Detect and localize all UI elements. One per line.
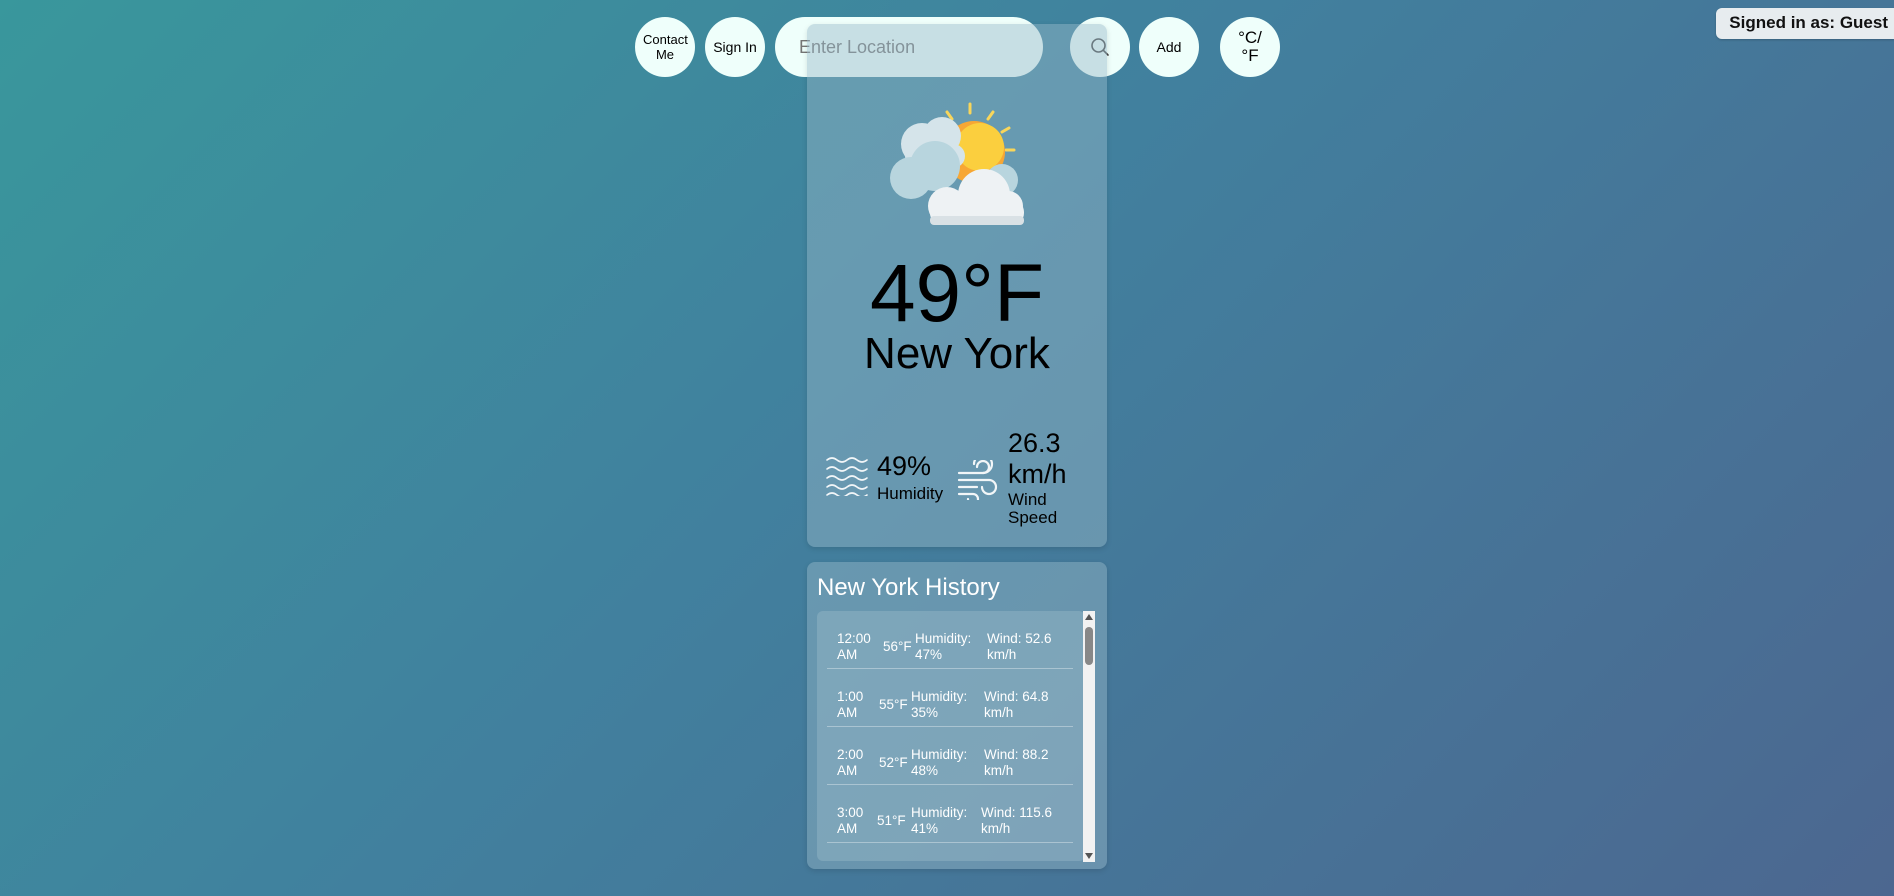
- humidity-label: Humidity: [877, 484, 944, 503]
- scroll-down-arrow-icon[interactable]: [1085, 853, 1093, 859]
- history-row: 3:00 AM 51°F Humidity: 41% Wind: 115.6 k…: [827, 785, 1073, 843]
- wind-icon: [957, 460, 998, 500]
- current-weather-card: 49°F New York 49% Humidity 26.3 km/h Win…: [807, 24, 1107, 547]
- history-humidity: Humidity: 41%: [911, 805, 968, 836]
- sign-in-button[interactable]: Sign In: [705, 17, 765, 77]
- history-row: 1:00 AM 55°F Humidity: 35% Wind: 64.8 km…: [827, 669, 1073, 727]
- history-time: 3:00 AM: [837, 805, 864, 836]
- partly-cloudy-icon: [890, 102, 1024, 225]
- history-wind: Wind: 88.2 km/h: [984, 747, 1049, 778]
- humidity-value: 49%: [877, 451, 932, 481]
- add-location-button[interactable]: Add: [1139, 17, 1199, 77]
- wind-speed-value: 26.3 km/h: [1008, 428, 1067, 489]
- history-temp: 51°F: [877, 813, 906, 828]
- contact-me-label: Contact Me: [643, 32, 688, 62]
- sign-in-label: Sign In: [713, 38, 757, 55]
- history-wind: Wind: 52.6 km/h: [987, 631, 1052, 662]
- history-temp: 55°F: [879, 697, 908, 712]
- history-time: 12:00 AM: [837, 631, 871, 662]
- history-wind: Wind: 64.8 km/h: [984, 689, 1049, 720]
- history-time: 2:00 AM: [837, 747, 864, 778]
- history-scrollbar[interactable]: [1083, 611, 1095, 862]
- add-label: Add: [1156, 38, 1182, 55]
- history-humidity: Humidity: 48%: [911, 747, 968, 778]
- history-humidity: Humidity: 47%: [915, 631, 972, 662]
- scrollbar-thumb[interactable]: [1085, 627, 1093, 665]
- history-wind: Wind: 115.6 km/h: [981, 805, 1053, 836]
- history-row: 2:00 AM 52°F Humidity: 48% Wind: 88.2 km…: [827, 727, 1073, 785]
- wind-speed-label: Wind Speed: [1008, 490, 1058, 527]
- unit-toggle-label: °C/ °F: [1238, 28, 1262, 65]
- history-time: 1:00 AM: [837, 689, 864, 720]
- history-temp: 56°F: [883, 639, 912, 654]
- history-temp: 52°F: [879, 755, 908, 770]
- humidity-icon: [826, 457, 868, 496]
- scroll-up-arrow-icon[interactable]: [1085, 614, 1093, 620]
- history-card: New York History 12:00 AM 56°F Humidity:…: [807, 562, 1107, 869]
- current-temperature: 49°F: [869, 248, 1045, 339]
- history-humidity: Humidity: 35%: [911, 689, 968, 720]
- history-list[interactable]: 12:00 AM 56°F Humidity: 47% Wind: 52.6 k…: [817, 611, 1085, 861]
- unit-toggle-button[interactable]: °C/ °F: [1220, 17, 1280, 77]
- history-title: New York History: [817, 574, 1000, 601]
- signed-in-status: Signed in as: Guest: [1716, 8, 1894, 39]
- contact-me-button[interactable]: Contact Me: [635, 17, 695, 77]
- history-row: 12:00 AM 56°F Humidity: 47% Wind: 52.6 k…: [827, 611, 1073, 669]
- current-city: New York: [864, 329, 1050, 378]
